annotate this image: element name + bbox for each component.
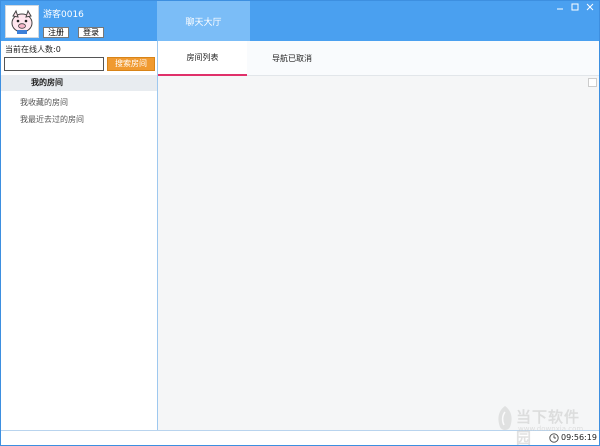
- watermark: 当下软件园 www.downxia.com: [496, 403, 592, 446]
- sidebar-item-my-rooms[interactable]: 我的房间: [1, 75, 157, 91]
- piggy-avatar-icon: [11, 9, 33, 34]
- search-room-button[interactable]: 搜索房间: [107, 57, 155, 71]
- watermark-url: www.downxia.com: [518, 425, 584, 433]
- login-button[interactable]: 登录: [78, 27, 104, 38]
- scrollbar-handle[interactable]: [588, 78, 597, 87]
- sidebar: 当前在线人数:0 搜索房间 我的房间 我收藏的房间 我最近去过的房间: [1, 41, 158, 430]
- sidebar-item-recent-rooms[interactable]: 我最近去过的房间: [20, 114, 84, 125]
- avatar[interactable]: [5, 5, 39, 38]
- sidebar-item-favorite-rooms[interactable]: 我收藏的房间: [20, 97, 68, 108]
- main-panel: 房间列表 导航已取消: [158, 41, 599, 430]
- maximize-icon[interactable]: [570, 3, 580, 14]
- username: 游客0016: [43, 10, 84, 20]
- minimize-icon[interactable]: [555, 3, 565, 14]
- tab-bar: 房间列表 导航已取消: [158, 41, 599, 76]
- watermark-logo-icon: [498, 406, 512, 430]
- register-button[interactable]: 注册: [43, 27, 69, 38]
- search-room-input[interactable]: [4, 57, 104, 71]
- online-count: 当前在线人数:0: [5, 45, 61, 54]
- close-icon[interactable]: [585, 3, 595, 14]
- app-window: 游客0016 注册 登录 聊天大厅 当前在线人数:0 搜索房间 我的房间 我收藏…: [0, 0, 600, 446]
- top-bar: 游客0016 注册 登录 聊天大厅: [1, 1, 599, 41]
- tab-navigation-cancelled[interactable]: 导航已取消: [247, 41, 337, 76]
- tab-room-list[interactable]: 房间列表: [158, 41, 247, 76]
- tab-chat-lobby[interactable]: 聊天大厅: [157, 1, 250, 41]
